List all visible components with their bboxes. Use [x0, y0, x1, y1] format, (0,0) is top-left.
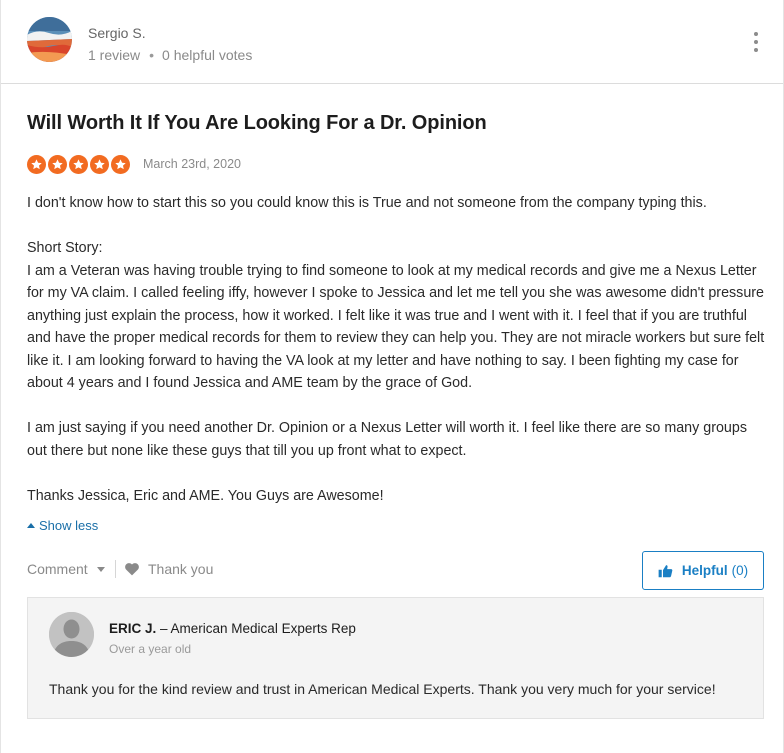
reply-role: – American Medical Experts Rep — [156, 621, 356, 636]
review-paragraph: I don't know how to start this so you co… — [27, 195, 707, 211]
star-icon — [69, 155, 88, 174]
comment-label: Comment — [27, 561, 88, 577]
meta-separator: • — [149, 47, 155, 63]
star-icon — [90, 155, 109, 174]
reply-author-line: ERIC J. – American Medical Experts Rep — [109, 621, 356, 636]
review-paragraph: Short Story: — [27, 240, 103, 256]
star-icon — [48, 155, 67, 174]
review-paragraph: I am a Veteran was having trouble trying… — [27, 262, 765, 392]
review-count: 1 review — [88, 47, 141, 63]
helpful-count: (0) — [731, 563, 749, 578]
reviewer-header: Sergio S. 1 review • 0 helpful votes — [1, 0, 783, 84]
thumbs-up-icon — [658, 564, 673, 577]
action-divider — [115, 560, 116, 578]
company-reply: ERIC J. – American Medical Experts Rep O… — [27, 597, 764, 719]
thank-you-button[interactable]: Thank you — [124, 561, 213, 577]
caret-down-icon — [96, 566, 105, 572]
heart-icon — [125, 563, 139, 576]
user-silhouette-icon — [49, 612, 94, 657]
reviewer-meta: 1 review • 0 helpful votes — [88, 47, 252, 63]
reply-text: Thank you for the kind review and trust … — [49, 681, 716, 697]
show-less-link[interactable]: Show less — [27, 518, 98, 533]
review-paragraph: Thanks Jessica, Eric and AME. You Guys a… — [27, 487, 384, 504]
review-paragraph: I am just saying if you need another Dr.… — [27, 420, 747, 459]
comment-button[interactable]: Comment — [27, 561, 105, 577]
star-rating — [27, 155, 130, 174]
helpful-label: Helpful — [681, 563, 728, 578]
helpful-votes: 0 helpful votes — [162, 47, 253, 63]
caret-up-icon — [27, 523, 35, 528]
review-body: I don't know how to start this so you co… — [27, 192, 767, 507]
helpful-button[interactable]: Helpful (0) — [642, 551, 764, 590]
reply-date: Over a year old — [109, 642, 192, 656]
reviewer-avatar[interactable] — [27, 17, 72, 62]
review-date: March 23rd, 2020 — [143, 157, 241, 171]
reviewer-name[interactable]: Sergio S. — [88, 25, 146, 41]
review-card: Sergio S. 1 review • 0 helpful votes Will … — [0, 0, 784, 753]
reply-author: ERIC J. — [109, 621, 157, 636]
thank-you-label: Thank you — [148, 561, 214, 577]
star-icon — [111, 155, 130, 174]
show-less-label: Show less — [39, 518, 99, 533]
star-icon — [27, 155, 46, 174]
review-title: Will Worth It If You Are Looking For a D… — [27, 112, 487, 134]
more-vertical-icon[interactable] — [750, 32, 762, 52]
